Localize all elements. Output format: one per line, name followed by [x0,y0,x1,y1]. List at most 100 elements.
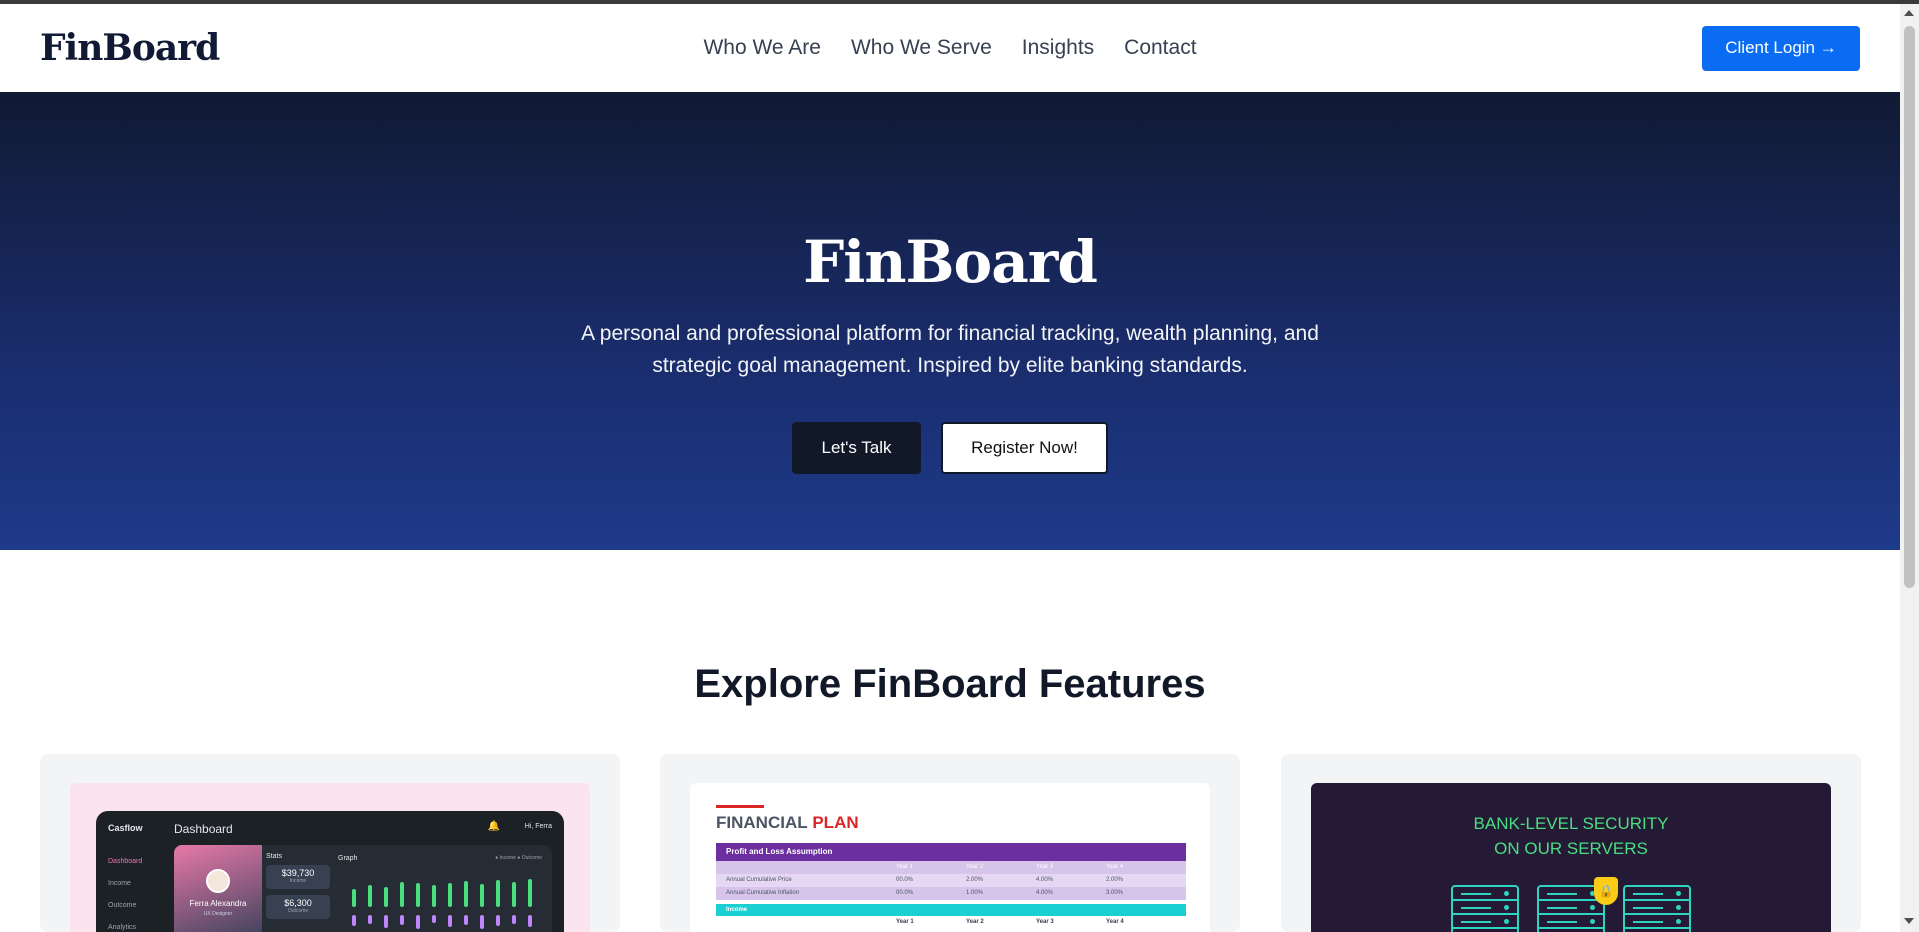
outcome-bar [432,915,436,923]
plan-years-row: Year 1 Year 2 Year 3 Year 4 [716,861,1186,874]
page-scrollbar[interactable] [1900,4,1919,932]
stat-income-label: Income [289,878,307,884]
row-label: Annual Cumulative Price [726,877,792,883]
outcome-bar [528,915,532,927]
shield-lock-icon: 🔒 [1594,877,1618,905]
income-bar [480,884,484,907]
income-bar [448,883,452,907]
dashboard-user: Hi, Ferra [524,823,552,830]
stats-label: Stats [266,853,282,860]
stat-income-value: $39,730 [281,868,315,878]
outcome-bar [496,915,500,926]
profile-card: Ferra Alexandra UX Designer [174,845,262,932]
outcome-bar [480,915,484,929]
outcome-bar [400,915,404,925]
bell-icon: 🔔 [487,821,500,832]
income-bar [368,885,372,907]
stat-outcome: $6,300 Outcome [266,895,330,919]
lets-talk-button[interactable]: Let's Talk [792,422,921,474]
sidebar-item-outcome: Outcome [108,902,137,909]
outcome-bar [416,915,420,929]
income-bar [528,879,532,907]
scroll-down-arrow-icon[interactable] [1904,918,1914,924]
plan-year: Year 2 [966,864,984,870]
hero-section: FinBoard A personal and professional pla… [0,92,1900,550]
profile-name: Ferra Alexandra [189,899,247,908]
plan-title-a: FINANCIAL [716,813,808,832]
dashboard-mockup: Casflow Dashboard 🔔 Hi, Ferra Dashboard … [96,811,564,932]
brand-logo[interactable]: FinBoard [40,27,220,69]
feature-card-financial-plan[interactable]: FINANCIAL PLAN Profit and Loss Assumptio… [660,754,1240,932]
feature-card-security[interactable]: BANK-LEVEL SECURITY ON OUR SERVERS 🔒 [1281,754,1861,932]
graph-legend: ● Income ● Outcome [495,855,542,861]
feature-image-dashboard: Casflow Dashboard 🔔 Hi, Ferra Dashboard … [70,783,590,932]
profile-role: UX Designer [203,911,233,917]
outcome-bar [448,915,452,927]
outcome-bar [352,915,356,926]
plan-title-b: PLAN [812,813,859,832]
plan-accent-line [716,805,764,808]
scroll-up-arrow-icon[interactable] [1904,10,1914,16]
dashboard-title: Dashboard [174,822,233,836]
avatar [206,869,230,893]
dashboard-logo: Casflow [108,823,143,833]
plan-year: Year 1 [896,864,914,870]
hero-title: FinBoard [803,228,1098,296]
row-value: 00.0% [896,890,914,896]
feature-card-dashboard[interactable]: Casflow Dashboard 🔔 Hi, Ferra Dashboard … [40,754,620,932]
income-bar [384,887,388,907]
stat-outcome-label: Outcome [287,908,309,914]
row-value: 4.00% [1036,877,1054,883]
hero-buttons: Let's Talk Register Now! [0,422,1900,474]
row-label: Annual Cumulative Inflation [726,890,800,896]
navbar: FinBoard Who We Are Who We Serve Insight… [0,4,1900,92]
plan-years-footer: Year 1 Year 2 Year 3 Year 4 [716,916,1186,928]
row-value: 3.00% [1106,890,1124,896]
graph-bars: JanFebMarAprMayJunJulAugSepOctNovDec [346,869,542,932]
row-value: 2.00% [966,877,984,883]
sidebar-item-dashboard: Dashboard [108,858,143,865]
client-login-button[interactable]: Client Login → [1702,25,1860,71]
row-value: 4.00% [1036,890,1054,896]
plan-year: Year 2 [966,919,984,925]
income-bar [416,883,420,907]
register-now-button[interactable]: Register Now! [941,422,1108,474]
plan-year: Year 3 [1036,919,1054,925]
dashboard-panel: Ferra Alexandra UX Designer Stats $39,73… [174,845,552,932]
scroll-thumb[interactable] [1904,26,1915,588]
nav-link-who-we-serve[interactable]: Who We Serve [851,36,992,60]
server-icon [1623,885,1691,932]
sidebar-item-analytics: Analytics [108,924,137,931]
row-value: 1.00% [966,890,984,896]
plan-year: Year 4 [1106,864,1124,870]
stat-income: $39,730 Income [266,865,330,889]
income-bar [496,880,500,907]
stat-outcome-value: $6,300 [284,898,312,908]
table-row: Annual Cumulative Inflation 00.0% 1.00% … [716,887,1186,900]
security-line-2: ON OUR SERVERS [1494,839,1648,858]
security-heading: BANK-LEVEL SECURITY ON OUR SERVERS [1311,811,1831,861]
nav-links: Who We Are Who We Serve Insights Contact [0,4,1900,92]
income-bar [512,882,516,907]
feature-image-security: BANK-LEVEL SECURITY ON OUR SERVERS 🔒 [1311,783,1831,932]
row-value: 00.0% [896,877,914,883]
income-bar [432,885,436,907]
nav-link-who-we-are[interactable]: Who We Are [703,36,821,60]
dashboard-sidebar: Dashboard Income Outcome Analytics [108,851,142,932]
plan-table-head: Profit and Loss Assumption [716,843,1186,861]
income-bar [464,881,468,907]
nav-link-insights[interactable]: Insights [1022,36,1094,60]
sidebar-item-income: Income [108,880,131,887]
outcome-bar [464,915,468,925]
nav-link-contact[interactable]: Contact [1124,36,1196,60]
outcome-bar [368,915,372,924]
features-title: Explore FinBoard Features [694,662,1206,706]
table-row: Annual Cumulative Price 00.0% 2.00% 4.00… [716,874,1186,887]
feature-image-financial-plan: FINANCIAL PLAN Profit and Loss Assumptio… [690,783,1210,932]
outcome-bar [384,915,388,928]
plan-year: Year 4 [1106,919,1124,925]
plan-year: Year 3 [1036,864,1054,870]
security-line-1: BANK-LEVEL SECURITY [1473,814,1669,833]
plan-year: Year 1 [896,919,914,925]
hero-subtitle: A personal and professional platform for… [581,322,1319,377]
